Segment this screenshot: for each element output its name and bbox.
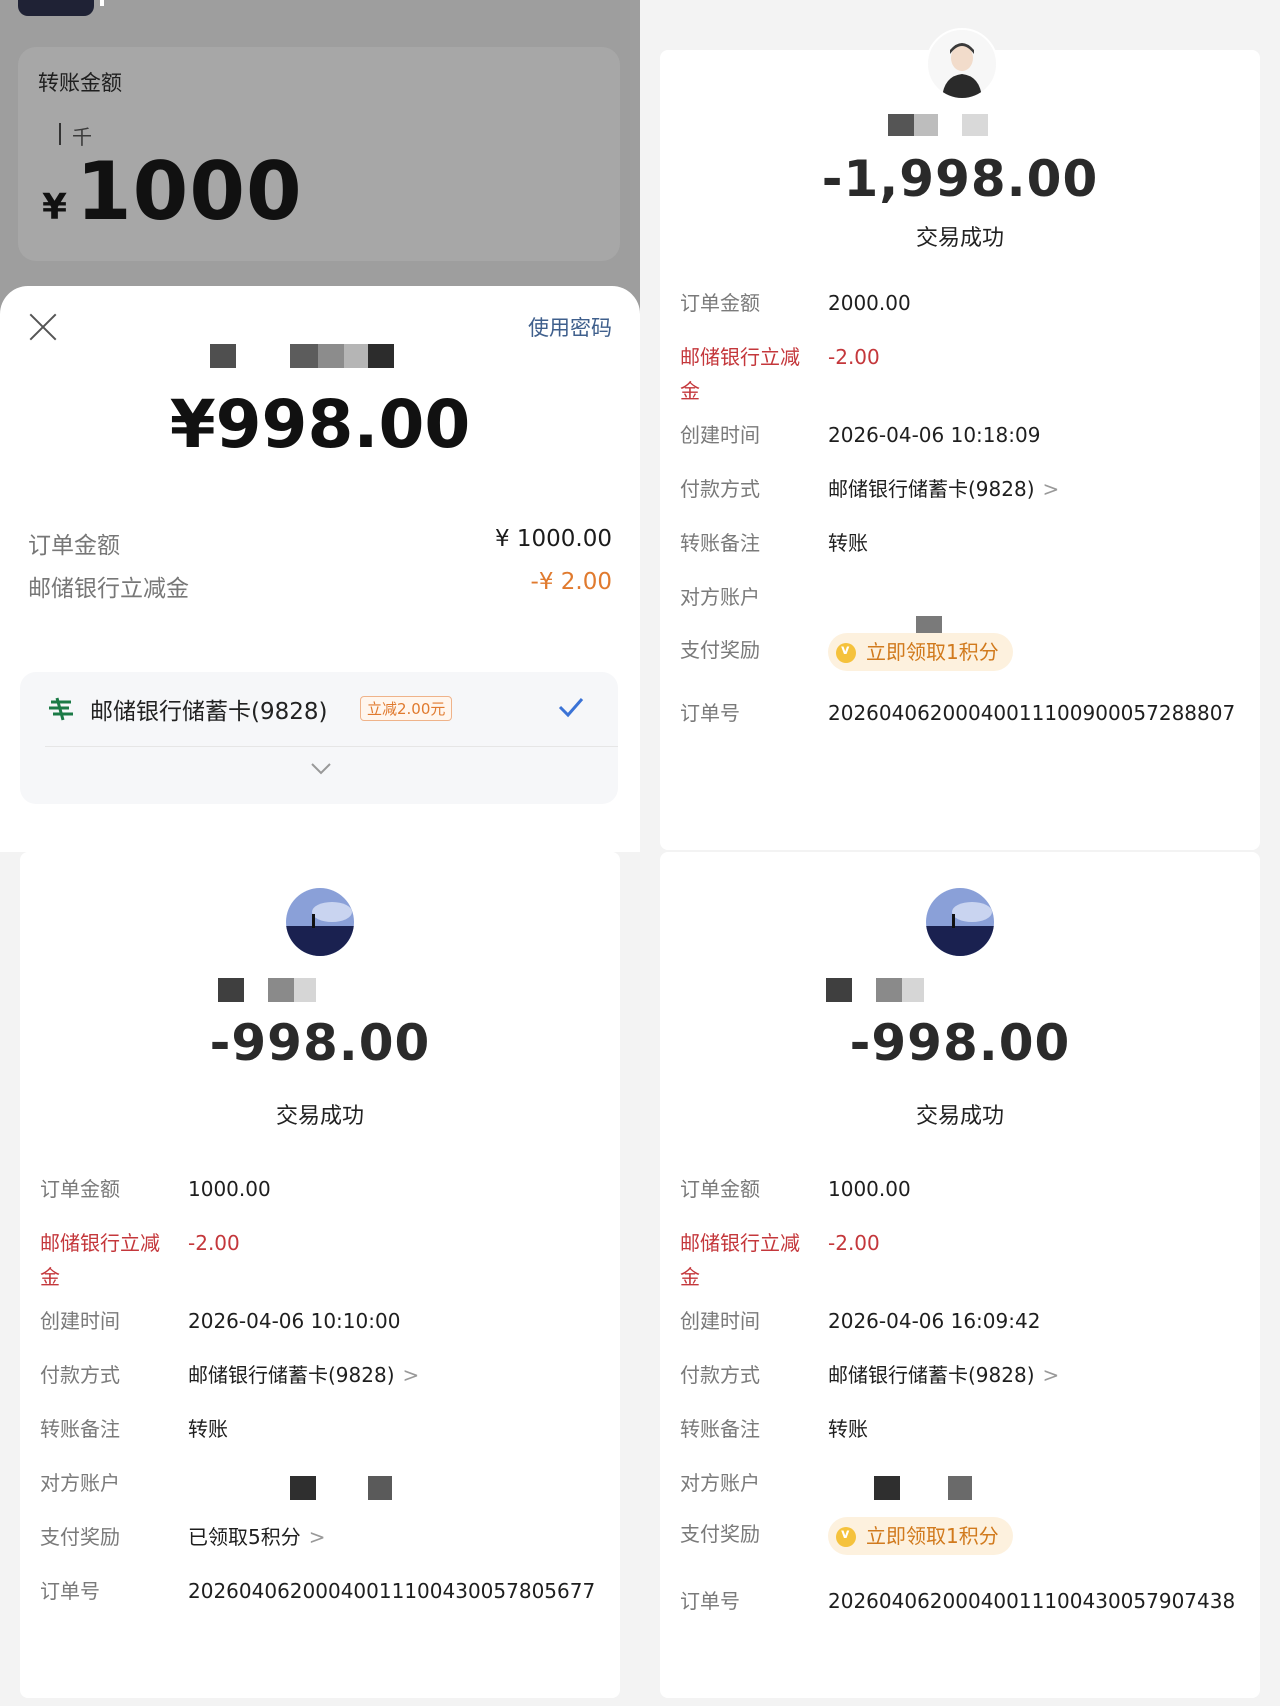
transaction-status: 交易成功 [275,1104,364,1129]
created-time-label: 创建时间 [680,423,760,447]
coin-icon [836,1518,856,1552]
reward-label: 支付奖励 [40,1525,120,1549]
pay-method-label: 付款方式 [680,477,760,501]
payee-avatar [286,888,354,956]
memo-label: 转账备注 [680,1417,760,1441]
reward-label: 支付奖励 [680,1522,760,1546]
payee-avatar [926,888,994,956]
order-amount-value: 1000.00 [188,1177,271,1201]
created-time-label: 创建时间 [680,1309,760,1333]
counterparty-label: 对方账户 [680,1471,760,1495]
use-password-link[interactable]: 使用密码 [528,312,612,342]
transaction-status: 交易成功 [915,226,1004,251]
reward-value: 已领取5积分 [188,1525,301,1549]
memo-label: 转账备注 [40,1417,120,1441]
discount-badge: 立减2.00元 [360,696,453,721]
order-amount-label: 订单金额 [40,1177,120,1201]
order-no-label: 订单号 [680,701,740,725]
order-amount-label: 订单金额 [28,533,120,559]
header-avatar [18,0,94,16]
transaction-status: 交易成功 [915,1104,1004,1129]
receipt-card: -998.00 交易成功 订单金额 1000.00 邮储银行立减金 -2.00 … [660,852,1260,1698]
check-icon [558,698,584,718]
transfer-amount-input[interactable]: 1000 [76,145,303,238]
order-no-label: 订单号 [680,1589,740,1613]
claim-reward-label: 立即领取1积分 [866,640,999,664]
order-amount-label: 订单金额 [680,1177,760,1201]
transaction-amount: -998.00 [849,1014,1071,1072]
discount-label: 邮储银行立减金 [680,1231,800,1289]
payment-amount: ¥998.00 [169,386,471,463]
close-icon[interactable] [28,312,58,342]
created-time-value: 2026-04-06 16:09:42 [828,1309,1041,1333]
discount-label: 邮储银行立减金 [40,1231,160,1289]
memo-label: 转账备注 [680,531,760,555]
order-amount-value: 1000.00 [828,1177,911,1201]
payment-method-selector[interactable]: 邮储银行储蓄卡(9828) 立减2.00元 [20,672,618,804]
memo-value: 转账 [828,531,868,555]
order-amount-value: ¥ 1000.00 [494,526,612,552]
receipt-card: -998.00 交易成功 订单金额 1000.00 邮储银行立减金 -2.00 … [20,852,620,1698]
currency-symbol: ¥ [42,187,68,228]
payee-avatar [926,28,998,100]
counterparty-label: 对方账户 [680,585,760,609]
transfer-amount-title: 转账金额 [38,71,122,95]
pay-method-value: 邮储银行储蓄卡(9828) [188,1363,395,1387]
discount-label: 邮储银行立减金 [680,345,800,403]
pay-method-value: 邮储银行储蓄卡(9828) [828,477,1035,501]
memo-value: 转账 [188,1417,228,1441]
postal-bank-icon [49,697,73,721]
transaction-amount: -1,998.00 [821,150,1099,208]
pay-method-label: 付款方式 [680,1363,760,1387]
payment-sheet: 使用密码 ¥998.00 订单金额 ¥ 1000.00 邮储银行立减金 -¥ 2… [0,286,640,852]
claim-reward-button[interactable]: 立即领取1积分 [828,1517,1013,1555]
chevron-down-icon[interactable] [310,762,332,776]
discount-label: 邮储银行立减金 [28,576,189,602]
coin-icon [836,634,856,668]
chevron-right-icon: > [1042,477,1060,501]
header-marker [100,0,104,6]
order-no-value: 20260406200040011100430057907438 [828,1589,1236,1613]
order-no-value: 20260406200040011100430057805677 [188,1579,596,1603]
transfer-panel: 转账金额 千 ¥ 1000 使用密码 ¥998.00 订单金额 ¥ 1000.0… [0,0,640,852]
transaction-amount: -998.00 [209,1014,431,1072]
claim-reward-label: 立即领取1积分 [866,1524,999,1548]
transfer-amount-box[interactable]: 转账金额 千 ¥ 1000 [18,47,620,261]
pay-method-label: 付款方式 [40,1363,120,1387]
created-time-label: 创建时间 [40,1309,120,1333]
receipt-card: -1,998.00 交易成功 订单金额 2000.00 邮储银行立减金 -2.0… [660,28,1260,850]
discount-value: -2.00 [188,1231,240,1255]
discount-value: -2.00 [828,345,880,369]
memo-value: 转账 [828,1417,868,1441]
receipt-panel-1: -1,998.00 交易成功 订单金额 2000.00 邮储银行立减金 -2.0… [640,0,1280,852]
receipt-panel-2: -998.00 交易成功 订单金额 1000.00 邮储银行立减金 -2.00 … [0,852,640,1706]
order-amount-value: 2000.00 [828,291,911,315]
chevron-right-icon: > [402,1363,420,1387]
chevron-right-icon: > [308,1525,326,1549]
receipt-panel-3: -998.00 交易成功 订单金额 1000.00 邮储银行立减金 -2.00 … [640,852,1280,1706]
order-no-value: 20260406200040011100900057288807 [828,701,1236,725]
created-time-value: 2026-04-06 10:18:09 [828,423,1041,447]
counterparty-label: 对方账户 [40,1471,120,1495]
discount-value: -¥ 2.00 [530,569,612,595]
bank-card-name: 邮储银行储蓄卡(9828) [90,699,328,725]
pay-method-value: 邮储银行储蓄卡(9828) [828,1363,1035,1387]
divider [45,746,618,747]
discount-value: -2.00 [828,1231,880,1255]
order-no-label: 订单号 [40,1579,100,1603]
created-time-value: 2026-04-06 10:10:00 [188,1309,401,1333]
chevron-right-icon: > [1042,1363,1060,1387]
reward-label: 支付奖励 [680,638,760,662]
order-amount-label: 订单金额 [680,291,760,315]
claim-reward-button[interactable]: 立即领取1积分 [828,633,1013,671]
